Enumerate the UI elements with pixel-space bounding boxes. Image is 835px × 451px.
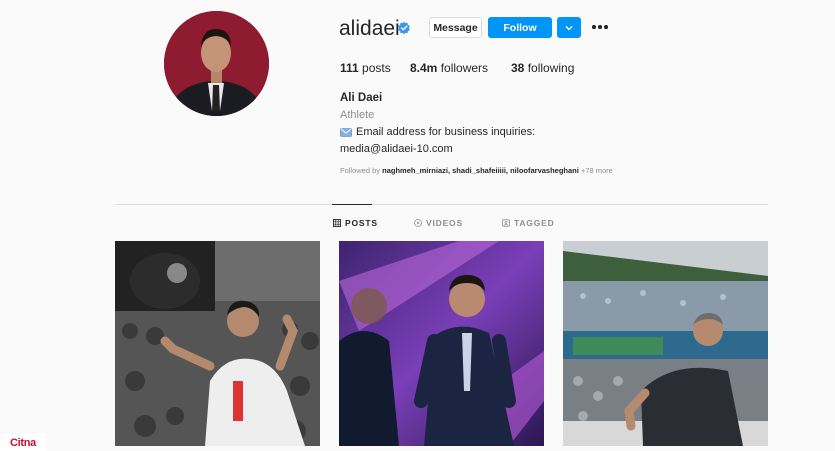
posts-count-value: 111 xyxy=(340,61,359,75)
tabs-divider xyxy=(115,204,768,205)
play-icon xyxy=(414,219,422,227)
username: alidaei xyxy=(339,17,400,40)
post-thumbnail[interactable] xyxy=(115,241,320,446)
followed-by[interactable]: Followed by naghmeh_mirniazi, shadi_shaf… xyxy=(340,166,613,175)
post-image-stadium xyxy=(563,241,768,446)
more-dot-icon xyxy=(598,25,602,29)
post-thumbnail[interactable] xyxy=(339,241,544,446)
following-count-value: 38 xyxy=(511,61,525,75)
category-label: Athlete xyxy=(340,109,375,121)
tab-videos-label: VIDEOS xyxy=(426,218,463,228)
following-count-label: following xyxy=(527,61,575,75)
tab-tagged-label: TAGGED xyxy=(514,218,555,228)
tab-posts-label: POSTS xyxy=(345,218,378,228)
followers-count-value: 8.4m xyxy=(410,61,438,75)
verified-badge-icon xyxy=(398,21,410,35)
tab-posts[interactable]: POSTS xyxy=(333,218,378,228)
tag-icon xyxy=(502,219,510,227)
active-tab-indicator xyxy=(332,204,372,205)
post-image-celebration xyxy=(115,241,320,446)
grid-icon xyxy=(333,219,341,227)
message-button[interactable]: Message xyxy=(429,17,482,38)
post-thumbnail[interactable] xyxy=(563,241,768,446)
mailbox-icon xyxy=(340,128,352,137)
tab-tagged[interactable]: TAGGED xyxy=(502,218,555,228)
profile-avatar[interactable] xyxy=(164,11,269,116)
posts-count: 111 posts xyxy=(340,61,391,75)
bio-email: media@alidaei-10.com xyxy=(340,143,453,155)
post-image-suit xyxy=(339,241,544,446)
more-options-button[interactable] xyxy=(592,20,610,34)
bio-line-1: Email address for business inquiries: xyxy=(340,126,535,138)
following-count[interactable]: 38 following xyxy=(511,61,574,75)
tab-videos[interactable]: VIDEOS xyxy=(414,218,463,228)
chevron-down-icon xyxy=(565,25,573,30)
more-dot-icon xyxy=(604,25,608,29)
watermark-logo: Citna xyxy=(0,434,46,451)
followers-count[interactable]: 8.4m followers xyxy=(410,61,488,75)
more-dot-icon xyxy=(592,25,596,29)
full-name: Ali Daei xyxy=(340,92,383,104)
followed-by-prefix: Followed by xyxy=(340,166,381,175)
followed-by-more: +78 more xyxy=(580,166,613,175)
followers-count-label: followers xyxy=(440,61,489,75)
bio-line-1-text: Email address for business inquiries: xyxy=(356,126,536,138)
posts-count-label: posts xyxy=(362,61,391,75)
follow-button[interactable]: Follow xyxy=(488,17,552,38)
suggested-dropdown-button[interactable] xyxy=(557,17,581,38)
followed-by-names: naghmeh_mirniazi, shadi_shafeiiiii, nilo… xyxy=(382,166,579,175)
